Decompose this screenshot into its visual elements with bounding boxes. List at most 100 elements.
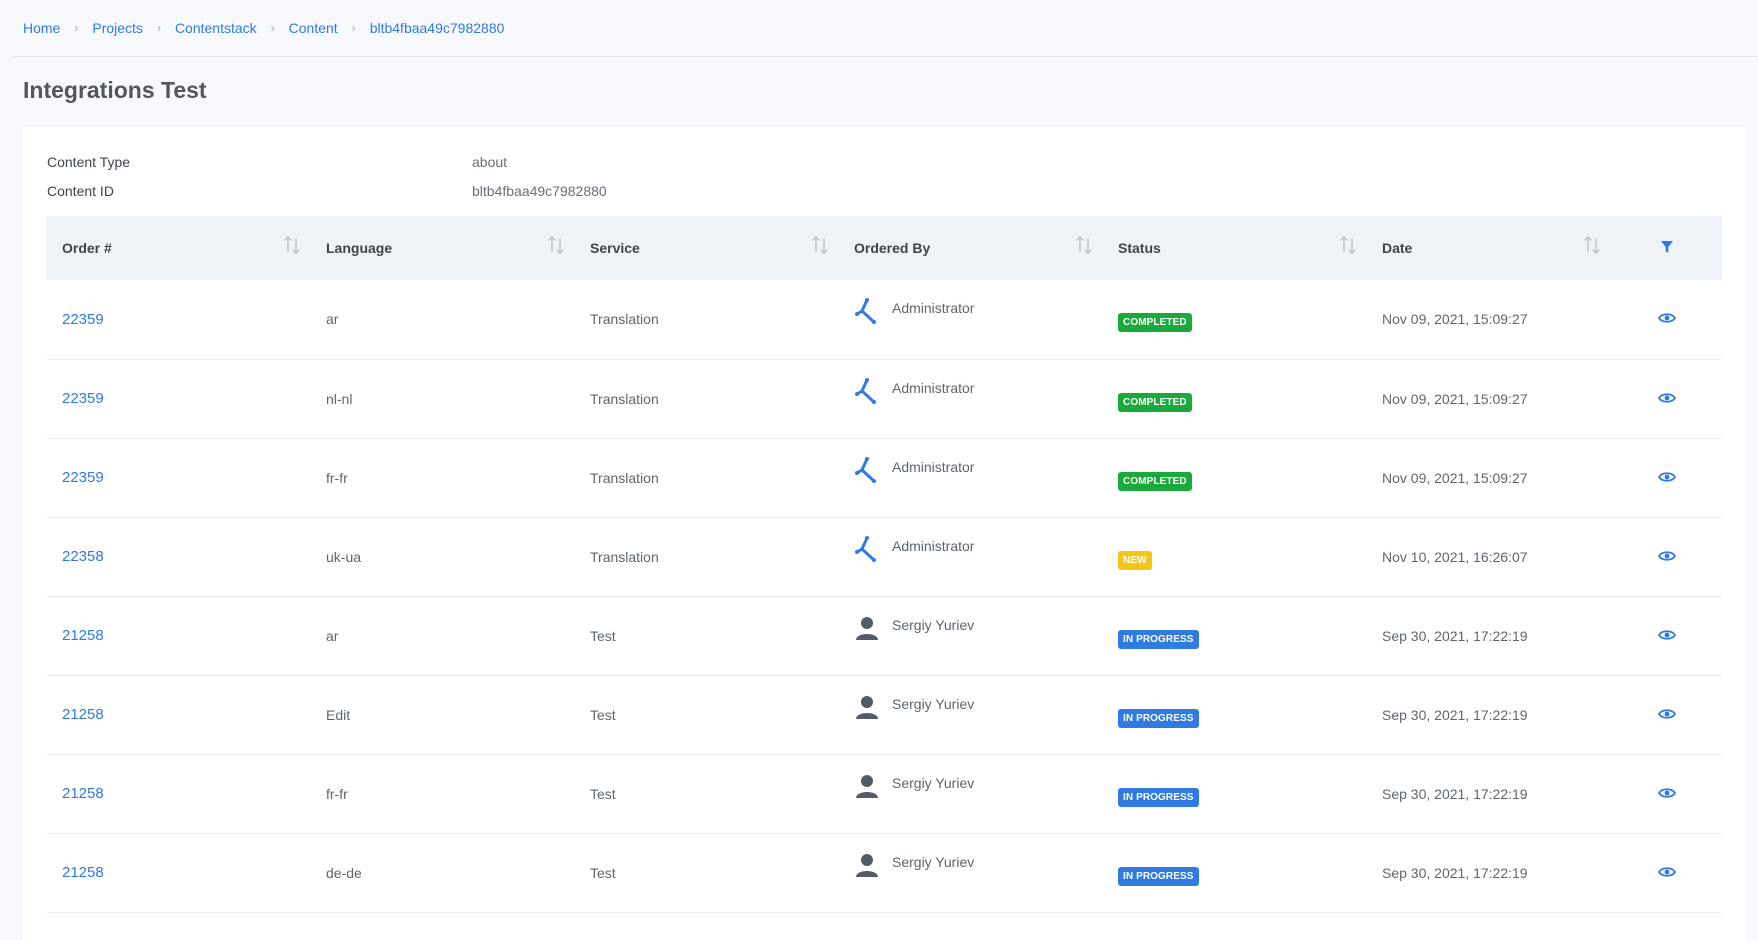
order-cell: 22359 bbox=[47, 359, 311, 438]
order-link[interactable]: 22359 bbox=[62, 311, 104, 328]
column-header-label: Ordered By bbox=[854, 240, 931, 256]
eye-icon bbox=[1657, 707, 1676, 723]
date-cell: Nov 09, 2021, 15:09:27 bbox=[1382, 390, 1528, 407]
column-header-date[interactable]: Date bbox=[1367, 216, 1611, 280]
service-cell: Test bbox=[590, 627, 616, 644]
order-cell: 22359 bbox=[47, 280, 311, 359]
breadcrumb-content-id[interactable]: bltb4fbaa49c7982880 bbox=[370, 20, 505, 36]
status-cell: COMPLETED bbox=[1103, 280, 1367, 359]
column-header-language[interactable]: Language bbox=[311, 216, 575, 280]
table-row[interactable]: 22359 ar Translation Administrator COMPLETED… bbox=[47, 280, 1722, 359]
column-header-service[interactable]: Service bbox=[575, 216, 839, 280]
language-cell: fr-fr bbox=[326, 469, 348, 486]
sort-icon[interactable] bbox=[811, 234, 829, 256]
table-row[interactable]: 21258 Edit Test Sergiy Yuriev IN PROGRESS Sep… bbox=[47, 675, 1722, 754]
orders-table: Order # Language Service Ordered By Status Da… bbox=[47, 216, 1722, 913]
order-link[interactable]: 22358 bbox=[62, 548, 104, 565]
table-row[interactable]: 22359 fr-fr Translation Administrator COMPLE… bbox=[47, 438, 1722, 517]
view-button[interactable] bbox=[1611, 280, 1722, 359]
eye-icon bbox=[1657, 549, 1676, 565]
language-cell: ar bbox=[326, 311, 339, 328]
view-button[interactable] bbox=[1611, 754, 1722, 833]
sort-icon[interactable] bbox=[1583, 234, 1601, 256]
column-header-status[interactable]: Status bbox=[1103, 216, 1367, 280]
orderer-name: Sergiy Yuriev bbox=[892, 616, 975, 633]
service-cell: Test bbox=[590, 864, 616, 881]
service-cell: Translation bbox=[590, 548, 659, 565]
service-cell: Translation bbox=[590, 311, 659, 328]
view-button[interactable] bbox=[1611, 359, 1722, 438]
contentstack-logo-icon bbox=[854, 377, 880, 405]
table-row[interactable]: 21258 fr-fr Test Sergiy Yuriev IN PROGRESS Se… bbox=[47, 754, 1722, 833]
column-header-ordered-by[interactable]: Ordered By bbox=[839, 216, 1103, 280]
breadcrumb-home[interactable]: Home bbox=[23, 20, 60, 36]
status-cell: NEW bbox=[1103, 517, 1367, 596]
view-button[interactable] bbox=[1611, 596, 1722, 675]
column-header-label: Order # bbox=[62, 240, 112, 256]
table-row[interactable]: 22358 uk-ua Translation Administrator NEW Nov… bbox=[47, 517, 1722, 596]
user-icon bbox=[854, 851, 880, 879]
eye-icon bbox=[1657, 391, 1676, 407]
eye-icon bbox=[1657, 865, 1676, 881]
language-cell: nl-nl bbox=[326, 390, 353, 407]
filter-button[interactable] bbox=[1611, 216, 1722, 280]
sort-icon[interactable] bbox=[1339, 234, 1357, 256]
status-badge: IN PROGRESS bbox=[1118, 708, 1199, 728]
breadcrumb-projects[interactable]: Projects bbox=[92, 20, 143, 36]
sort-icon[interactable] bbox=[283, 234, 301, 256]
order-link[interactable]: 22359 bbox=[62, 390, 104, 407]
table-row[interactable]: 22359 nl-nl Translation Administrator COMPLE… bbox=[47, 359, 1722, 438]
service-cell: Translation bbox=[590, 390, 659, 407]
table-row[interactable]: 21258 ar Test Sergiy Yuriev IN PROGRESS Sep 3… bbox=[47, 596, 1722, 675]
eye-icon bbox=[1657, 786, 1676, 802]
date-cell: Sep 30, 2021, 17:22:19 bbox=[1382, 785, 1528, 802]
ordered-by-cell: Administrator bbox=[839, 280, 1103, 359]
language-cell: de-de bbox=[326, 864, 362, 881]
orderer-name: Sergiy Yuriev bbox=[892, 774, 975, 791]
orderer-name: Administrator bbox=[892, 458, 975, 475]
eye-icon bbox=[1657, 311, 1676, 327]
order-cell: 22359 bbox=[47, 438, 311, 517]
date-cell: Sep 30, 2021, 17:22:19 bbox=[1382, 864, 1528, 881]
ordered-by-cell: Administrator bbox=[839, 359, 1103, 438]
date-cell: Nov 10, 2021, 16:26:07 bbox=[1382, 548, 1528, 565]
status-cell: COMPLETED bbox=[1103, 438, 1367, 517]
status-badge: IN PROGRESS bbox=[1118, 866, 1199, 886]
breadcrumb-contentstack[interactable]: Contentstack bbox=[175, 20, 257, 36]
orderer-name: Administrator bbox=[892, 379, 975, 396]
orderer-name: Sergiy Yuriev bbox=[892, 695, 975, 712]
order-cell: 21258 bbox=[47, 675, 311, 754]
order-cell: 21258 bbox=[47, 596, 311, 675]
order-link[interactable]: 21258 bbox=[62, 627, 104, 644]
date-cell: Nov 09, 2021, 15:09:27 bbox=[1382, 469, 1528, 486]
order-link[interactable]: 22359 bbox=[62, 469, 104, 486]
page-title: Integrations Test bbox=[23, 77, 207, 103]
table-row[interactable]: 21258 de-de Test Sergiy Yuriev IN PROGRESS Se… bbox=[47, 833, 1722, 912]
language-cell: Edit bbox=[326, 706, 351, 723]
order-link[interactable]: 21258 bbox=[62, 785, 104, 802]
column-header-label: Language bbox=[326, 240, 393, 256]
status-badge: COMPLETED bbox=[1118, 392, 1192, 412]
contentstack-logo-icon bbox=[854, 297, 880, 325]
content-card: Content Type about Content ID bltb4fbaa4… bbox=[23, 127, 1746, 940]
eye-icon bbox=[1657, 470, 1676, 486]
status-cell: IN PROGRESS bbox=[1103, 596, 1367, 675]
status-cell: COMPLETED bbox=[1103, 359, 1367, 438]
view-button[interactable] bbox=[1611, 438, 1722, 517]
sort-icon[interactable] bbox=[547, 234, 565, 256]
order-link[interactable]: 21258 bbox=[62, 864, 104, 881]
view-button[interactable] bbox=[1611, 833, 1722, 912]
service-cell: Test bbox=[590, 785, 616, 802]
column-header-order[interactable]: Order # bbox=[47, 216, 311, 280]
sort-icon[interactable] bbox=[1075, 234, 1093, 256]
order-link[interactable]: 21258 bbox=[62, 706, 104, 723]
breadcrumb-content[interactable]: Content bbox=[289, 20, 338, 36]
language-cell: ar bbox=[326, 627, 339, 644]
view-button[interactable] bbox=[1611, 517, 1722, 596]
language-cell: fr-fr bbox=[326, 785, 348, 802]
view-button[interactable] bbox=[1611, 675, 1722, 754]
user-icon bbox=[854, 772, 880, 800]
status-badge: COMPLETED bbox=[1118, 471, 1192, 491]
order-cell: 21258 bbox=[47, 754, 311, 833]
orderer-name: Administrator bbox=[892, 300, 975, 317]
